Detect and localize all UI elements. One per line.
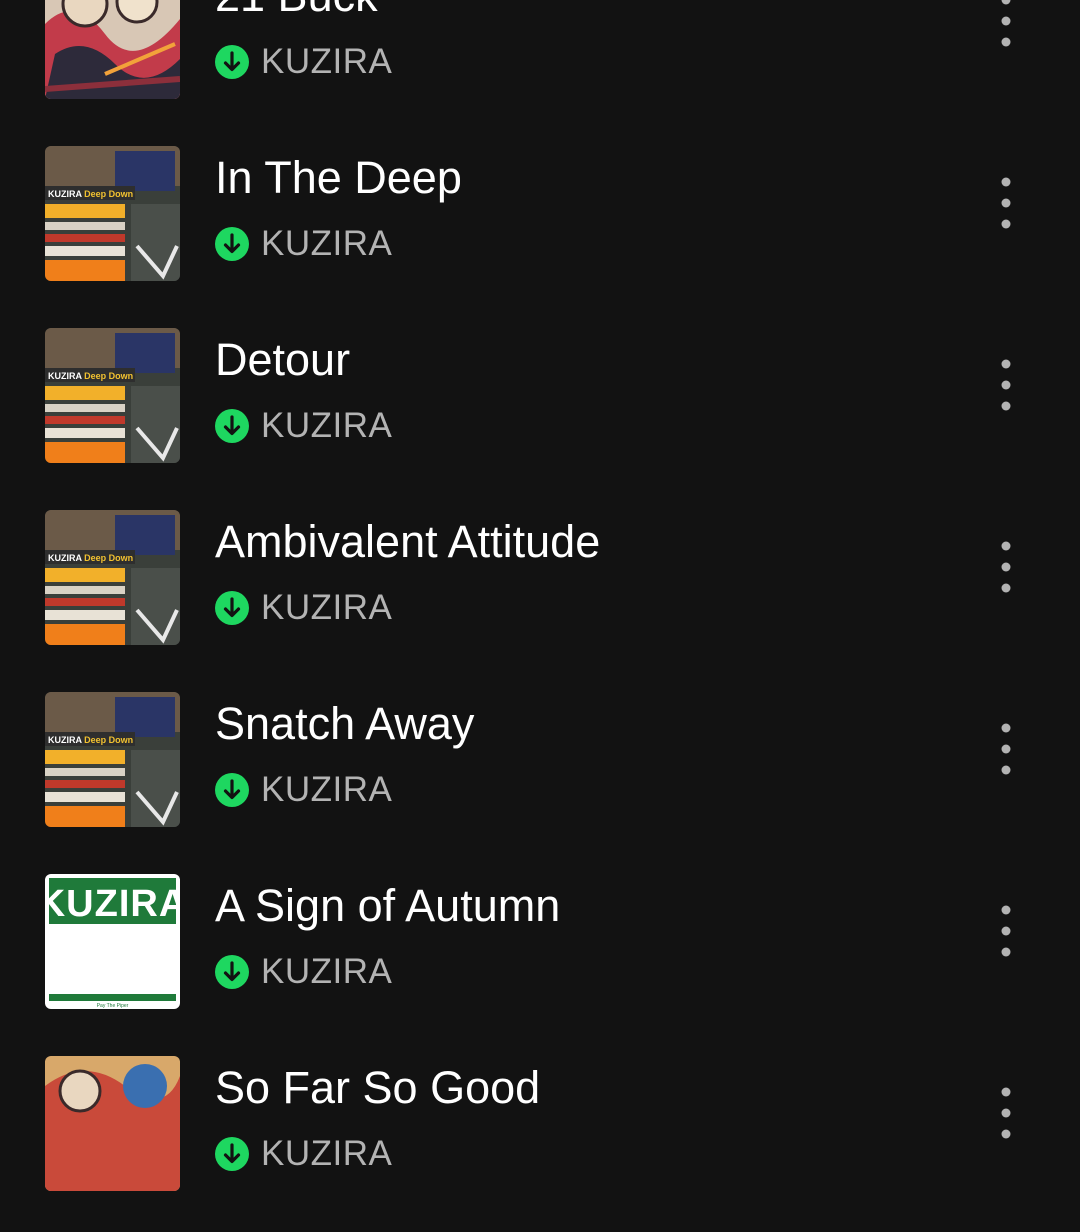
album-art: KUZIRA Deep Down xyxy=(45,328,180,463)
download-arrow-circle-icon xyxy=(215,591,249,625)
download-arrow-circle-icon xyxy=(215,955,249,989)
track-title: Snatch Away xyxy=(215,698,475,749)
album-art xyxy=(45,1056,180,1191)
track-meta: KUZIRA xyxy=(215,588,392,628)
track-meta: KUZIRA xyxy=(215,224,392,264)
track-meta: KUZIRA xyxy=(215,1134,392,1174)
track-row[interactable]: KUZIRA Pay The Piper A Sign of Autumn KU… xyxy=(0,868,1080,1050)
graffiti-artwork xyxy=(45,1056,180,1191)
download-arrow-circle-icon xyxy=(215,409,249,443)
download-arrow-circle-icon xyxy=(215,773,249,807)
album-art: KUZIRA Deep Down xyxy=(45,692,180,827)
more-vertical-icon xyxy=(1001,723,1011,775)
artist-name: KUZIRA xyxy=(261,224,393,263)
download-arrow-circle-icon xyxy=(215,1137,249,1171)
artist-name: KUZIRA xyxy=(261,1134,393,1173)
album-art: KUZIRA Deep Down xyxy=(45,146,180,281)
track-row[interactable]: KUZIRA Deep Down In The Deep KUZIRA xyxy=(0,140,1080,322)
more-vertical-icon xyxy=(1001,359,1011,411)
track-row[interactable]: KUZIRA Deep Down Snatch Away KUZIRA xyxy=(0,686,1080,868)
artist-name: KUZIRA xyxy=(261,770,393,809)
track-row[interactable]: KUZIRA Deep Down Detour KUZIRA xyxy=(0,322,1080,504)
artist-name: KUZIRA xyxy=(261,952,393,991)
track-meta: KUZIRA xyxy=(215,42,392,82)
deep-down-artwork: KUZIRA Deep Down xyxy=(45,692,180,827)
more-options-button[interactable] xyxy=(982,1077,1030,1149)
artist-name: KUZIRA xyxy=(261,42,393,81)
svg-text:KUZIRA Deep Down: KUZIRA Deep Down xyxy=(48,371,133,381)
track-title: Detour xyxy=(215,334,351,385)
svg-text:KUZIRA Deep Down: KUZIRA Deep Down xyxy=(48,735,133,745)
track-title: So Far So Good xyxy=(215,1062,541,1113)
track-row[interactable]: KUZIRA Deep Down Ambivalent Attitude KUZ… xyxy=(0,504,1080,686)
download-arrow-circle-icon xyxy=(215,45,249,79)
more-vertical-icon xyxy=(1001,905,1011,957)
svg-text:Pay The Piper: Pay The Piper xyxy=(97,1003,129,1009)
more-options-button[interactable] xyxy=(982,349,1030,421)
pay-the-piper-artwork: KUZIRA Pay The Piper xyxy=(45,874,180,1009)
more-vertical-icon xyxy=(1001,177,1011,229)
more-options-button[interactable] xyxy=(982,531,1030,603)
track-title: In The Deep xyxy=(215,152,462,203)
svg-text:KUZIRA: KUZIRA xyxy=(45,883,180,925)
track-title: A Sign of Autumn xyxy=(215,880,561,931)
album-art: KUZIRA Pay The Piper xyxy=(45,874,180,1009)
svg-text:KUZIRA Deep Down: KUZIRA Deep Down xyxy=(48,189,133,199)
graffiti-artwork xyxy=(45,0,180,99)
more-options-button[interactable] xyxy=(982,167,1030,239)
track-meta: KUZIRA xyxy=(215,406,392,446)
artist-name: KUZIRA xyxy=(261,588,393,627)
track-row[interactable]: 21 Buck KUZIRA xyxy=(0,0,1080,140)
track-meta: KUZIRA xyxy=(215,770,392,810)
album-art xyxy=(45,0,180,99)
track-list: 21 Buck KUZIRA KUZIRA Deep Down xyxy=(0,0,1080,1232)
deep-down-artwork: KUZIRA Deep Down xyxy=(45,510,180,645)
album-art: KUZIRA Deep Down xyxy=(45,510,180,645)
deep-down-artwork: KUZIRA Deep Down xyxy=(45,146,180,281)
track-title: 21 Buck xyxy=(215,0,378,24)
more-vertical-icon xyxy=(1001,1087,1011,1139)
more-options-button[interactable] xyxy=(982,0,1030,57)
download-arrow-circle-icon xyxy=(215,227,249,261)
more-vertical-icon xyxy=(1001,0,1011,47)
track-title: Ambivalent Attitude xyxy=(215,516,601,567)
deep-down-artwork: KUZIRA Deep Down xyxy=(45,328,180,463)
more-vertical-icon xyxy=(1001,541,1011,593)
track-row[interactable]: So Far So Good KUZIRA xyxy=(0,1050,1080,1232)
artist-name: KUZIRA xyxy=(261,406,393,445)
track-meta: KUZIRA xyxy=(215,952,392,992)
more-options-button[interactable] xyxy=(982,895,1030,967)
more-options-button[interactable] xyxy=(982,713,1030,785)
svg-text:KUZIRA Deep Down: KUZIRA Deep Down xyxy=(48,553,133,563)
